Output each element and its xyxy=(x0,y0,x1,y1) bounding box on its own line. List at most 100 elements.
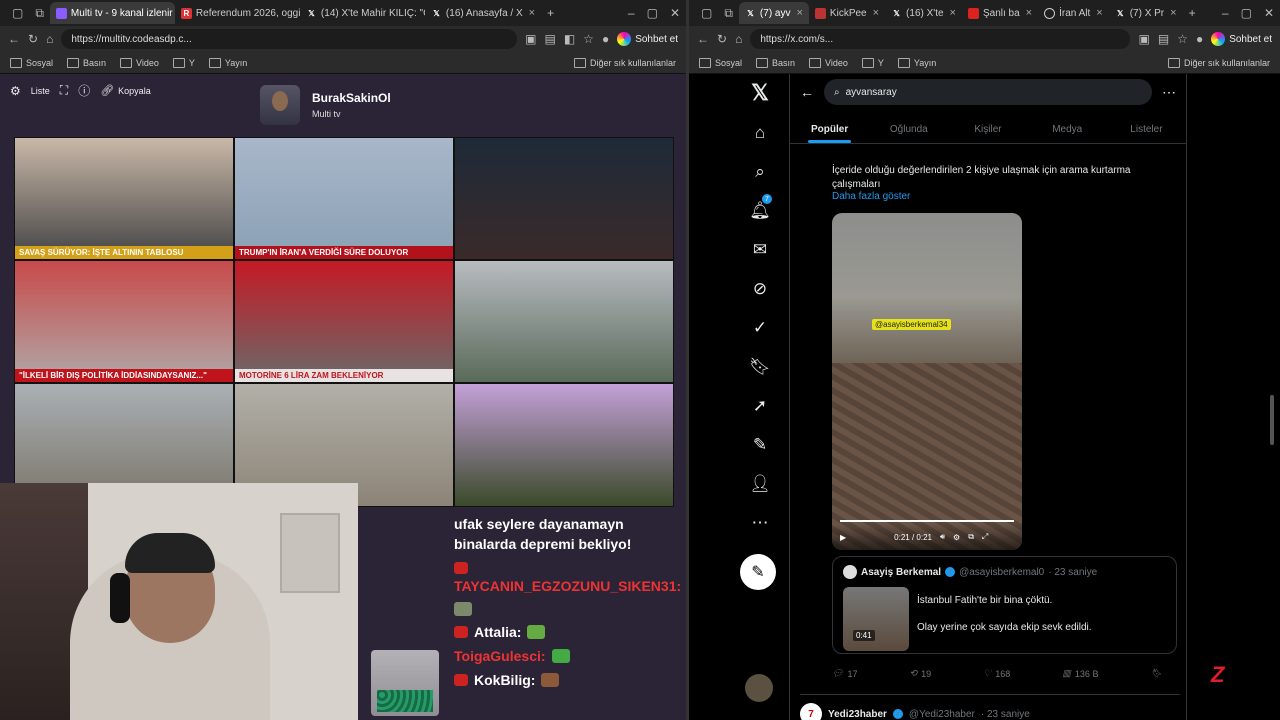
refresh-icon[interactable]: ↻ xyxy=(28,32,38,46)
bookmark-folder[interactable]: Basın xyxy=(67,58,106,68)
profile-avatar-icon[interactable]: ● xyxy=(602,32,609,46)
tv-tile[interactable] xyxy=(454,260,674,383)
extension-icon[interactable]: ▤ xyxy=(544,32,555,46)
favorites-icon[interactable]: ☆ xyxy=(1177,32,1188,46)
refresh-icon[interactable]: ↻ xyxy=(717,32,727,46)
left-tab-2[interactable]: 𝕏(14) X'te Mahir KILIÇ: "G× xyxy=(300,2,425,24)
close-tab-icon[interactable]: × xyxy=(1170,7,1176,19)
right-tab-5[interactable]: 𝕏 (7) X Pr × xyxy=(1109,2,1183,24)
extension-icon[interactable]: ▣ xyxy=(1138,32,1149,46)
play-icon[interactable]: ▶ xyxy=(840,533,846,542)
right-tab-1[interactable]: KickPee × xyxy=(809,2,885,24)
bookmark-folder[interactable]: Video xyxy=(120,58,159,68)
tv-tile[interactable]: MOTORİNE 6 LİRA ZAM BEKLENİYOR xyxy=(234,260,454,383)
bookmarks-icon[interactable]: 🔖︎ xyxy=(749,356,771,378)
tweet-video[interactable]: @asayisberkemal34 ▶ 0:21 / 0:21 🔊︎ ⚙ ⧉ ⤢ xyxy=(832,213,1022,550)
tv-tile[interactable]: "İLKELİ BİR DIŞ POLİTİKA İDDİASINDAYSANI… xyxy=(14,260,234,383)
quoted-tweet[interactable]: Asayiş Berkemal ✓ @asayisberkemal0 · 23 … xyxy=(832,556,1177,654)
like-button[interactable]: ♡ 168 xyxy=(983,668,1010,679)
extension-icon[interactable]: ◧ xyxy=(564,32,575,46)
home-icon[interactable]: ⌂ xyxy=(46,32,53,46)
bookmark-button[interactable]: 🔖︎ xyxy=(1151,668,1162,679)
tab-actions-icon[interactable]: ▢ xyxy=(6,6,29,20)
close-tab-icon[interactable]: × xyxy=(873,7,879,19)
tv-tile[interactable]: SAVAŞ SÜRÜYOR: İŞTE ALTININ TABLOSU xyxy=(14,137,234,260)
bookmark-folder[interactable]: Basın xyxy=(756,58,795,68)
views-button[interactable]: ▥ 136 B xyxy=(1062,668,1098,679)
url-field[interactable]: https://x.com/s... xyxy=(750,29,1131,49)
back-icon[interactable]: ← xyxy=(697,32,709,46)
settings-icon[interactable]: ⚙ xyxy=(10,84,21,98)
scrollbar[interactable] xyxy=(1270,395,1274,445)
tab-latest[interactable]: Oğlunda xyxy=(869,110,948,143)
grok-icon[interactable]: ⊘ xyxy=(749,278,771,300)
close-tab-icon[interactable]: × xyxy=(796,7,802,19)
right-tab-3[interactable]: Şanlı ba × xyxy=(962,2,1038,24)
other-bookmarks[interactable]: Diğer sık kullanılanlar xyxy=(1168,58,1270,68)
pip-icon[interactable]: ⧉ xyxy=(968,532,974,542)
tab-people[interactable]: Kişiler xyxy=(948,110,1027,143)
left-tab-1[interactable]: RReferendum 2026, oggi× xyxy=(175,2,300,24)
fullscreen-icon[interactable]: ⤢ xyxy=(982,532,988,542)
fullscreen-icon[interactable]: ⛶ xyxy=(60,83,68,98)
home-icon[interactable]: ⌂ xyxy=(735,32,742,46)
extension-icon[interactable]: ▣ xyxy=(525,32,536,46)
more-icon[interactable]: ⋯ xyxy=(749,512,771,534)
repost-button[interactable]: ⟲ 19 xyxy=(910,668,932,679)
bookmark-folder[interactable]: Y xyxy=(862,58,884,68)
bookmark-folder[interactable]: Y xyxy=(173,58,195,68)
bookmark-folder[interactable]: Yayın xyxy=(898,58,936,68)
reply-button[interactable]: 💬︎ 17 xyxy=(832,668,857,679)
maximize-icon[interactable]: ▢ xyxy=(641,6,664,20)
right-tab-0[interactable]: 𝕏 (7) ayv × xyxy=(738,2,809,24)
right-tab-2[interactable]: 𝕏 (16) X'te × xyxy=(885,2,962,24)
close-tab-icon[interactable]: × xyxy=(1096,7,1102,19)
workspaces-icon[interactable]: ⧉ xyxy=(29,6,50,21)
tab-popular[interactable]: Popüler xyxy=(790,110,869,143)
bookmark-folder[interactable]: Video xyxy=(809,58,848,68)
left-tab-0[interactable]: Multi tv - 9 kanal izlenir× xyxy=(49,2,175,24)
copy-button[interactable]: Kopyala xyxy=(118,86,151,96)
back-arrow-icon[interactable]: ← xyxy=(800,84,814,100)
right-tab-4[interactable]: İran Alt × xyxy=(1038,2,1109,24)
copilot-button[interactable]: Sohbet et xyxy=(617,32,678,46)
minimize-icon[interactable]: – xyxy=(1216,6,1235,20)
copy-link-icon[interactable]: 🔗︎ xyxy=(100,84,114,97)
messages-icon[interactable]: ✉ xyxy=(749,239,771,261)
bookmark-folder[interactable]: Sosyal xyxy=(699,58,742,68)
search-input[interactable]: ⌕ ayvansaray xyxy=(824,79,1152,105)
show-more-link[interactable]: Daha fazla göster xyxy=(832,191,910,202)
list-button[interactable]: Liste xyxy=(31,86,50,96)
next-tweet[interactable]: 7 Yedi23haber ✓ @Yedi23haber · 23 saniye xyxy=(800,694,1180,720)
bookmark-folder[interactable]: Yayın xyxy=(209,58,247,68)
home-icon[interactable]: ⌂ xyxy=(749,122,771,144)
tab-lists[interactable]: Listeler xyxy=(1107,110,1186,143)
close-window-icon[interactable]: ✕ xyxy=(664,6,686,20)
new-tab-icon[interactable]: + xyxy=(1183,6,1202,20)
post-button[interactable]: ✎ xyxy=(740,554,776,590)
url-field[interactable]: https://multitv.codeasdp.c... xyxy=(61,29,518,49)
favorites-icon[interactable]: ☆ xyxy=(583,32,594,46)
back-icon[interactable]: ← xyxy=(8,32,20,46)
minimize-icon[interactable]: – xyxy=(622,6,641,20)
volume-icon[interactable]: 🔊︎ xyxy=(940,532,945,542)
tab-media[interactable]: Medya xyxy=(1028,110,1107,143)
workspaces-icon[interactable]: ⧉ xyxy=(718,6,739,21)
bookmark-folder[interactable]: Sosyal xyxy=(10,58,53,68)
maximize-icon[interactable]: ▢ xyxy=(1235,6,1258,20)
search-icon[interactable]: ⌕ xyxy=(749,161,771,183)
x-logo-icon[interactable]: 𝕏 xyxy=(749,80,771,105)
edit-icon[interactable]: ✎ xyxy=(749,434,771,456)
video-progress-bar[interactable] xyxy=(840,520,1014,522)
close-tab-icon[interactable]: × xyxy=(1026,7,1032,19)
close-tab-icon[interactable]: × xyxy=(950,7,956,19)
tab-actions-icon[interactable]: ▢ xyxy=(695,6,718,20)
settings-icon[interactable]: ⚙ xyxy=(953,533,960,542)
tv-tile[interactable] xyxy=(454,383,674,507)
other-bookmarks[interactable]: Diğer sık kullanılanlar xyxy=(574,58,676,68)
new-tab-icon[interactable]: + xyxy=(541,6,560,20)
tv-tile[interactable]: TRUMP'IN İRAN'A VERDİĞİ SÜRE DOLUYOR xyxy=(234,137,454,260)
help-icon[interactable]: ⓘ xyxy=(78,82,90,99)
close-window-icon[interactable]: ✕ xyxy=(1258,6,1280,20)
copilot-button[interactable]: Sohbet et xyxy=(1211,32,1272,46)
